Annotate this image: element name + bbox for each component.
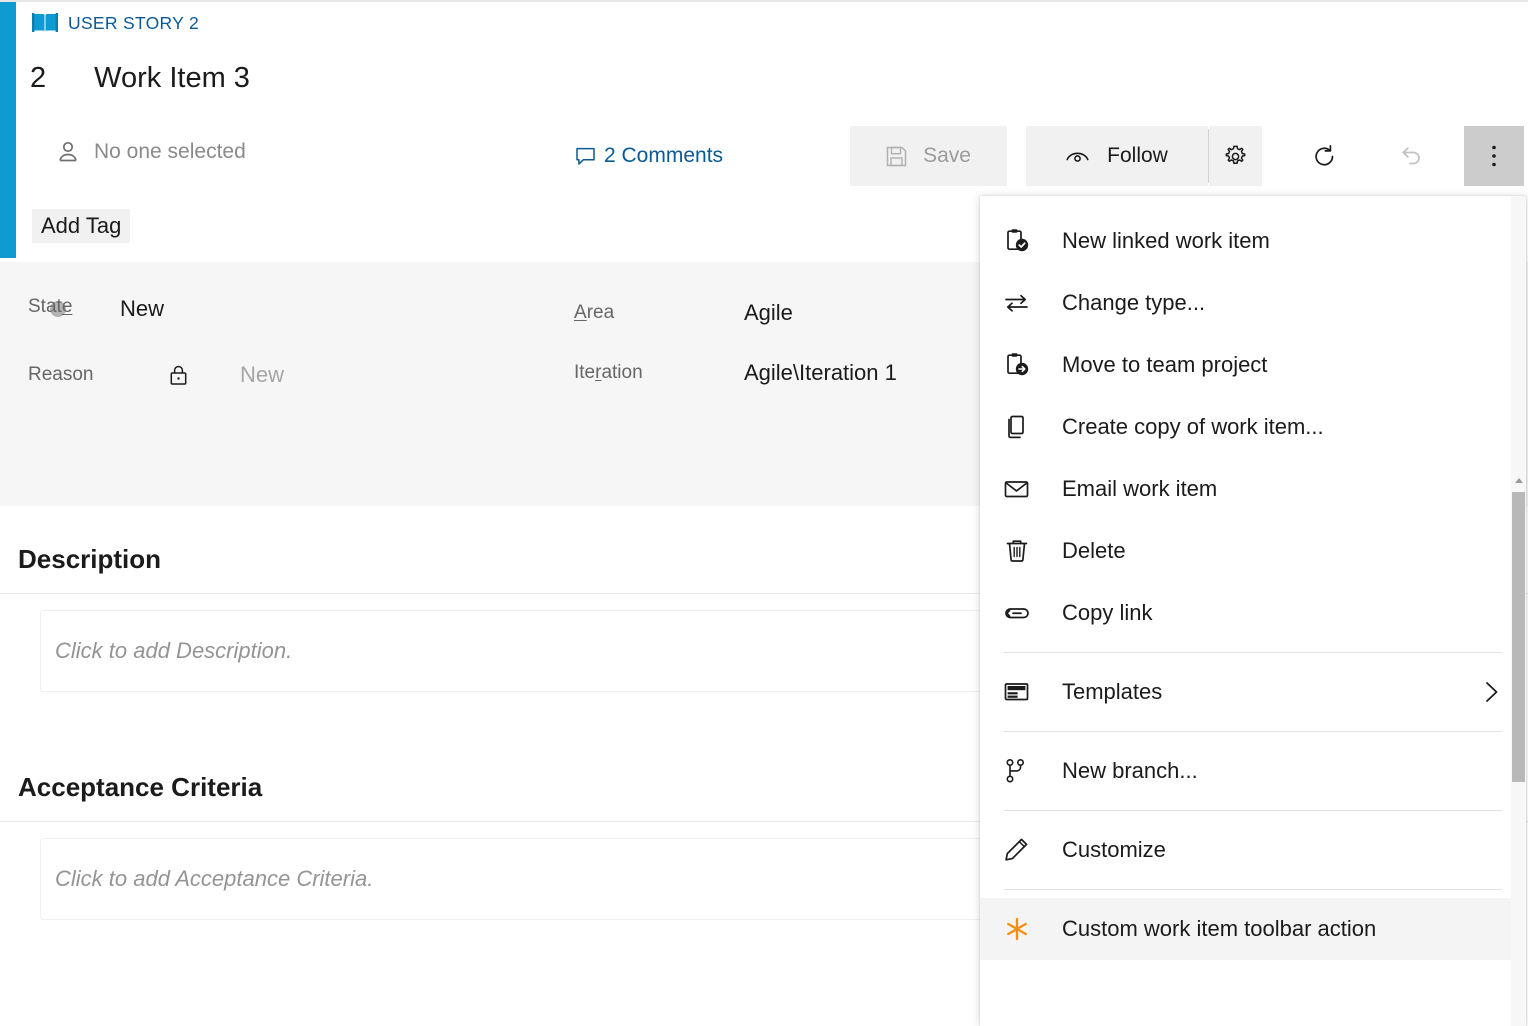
work-item-title-row: 2 Work Item 3 bbox=[30, 62, 250, 95]
menu-item-label: New linked work item bbox=[1062, 228, 1270, 254]
field-iteration-label-post: ation bbox=[601, 362, 642, 383]
work-item-form: USER STORY 2 2 Work Item 3 No one select… bbox=[0, 0, 1528, 1026]
swap-arrows-icon bbox=[1004, 290, 1048, 316]
pencil-icon bbox=[1004, 837, 1048, 863]
field-iteration-value[interactable]: Agile\Iteration 1 bbox=[744, 360, 897, 386]
link-icon bbox=[1004, 600, 1048, 626]
work-item-id: 2 bbox=[30, 62, 46, 95]
menu-separator bbox=[1004, 810, 1502, 811]
clipboard-check-icon bbox=[1004, 228, 1048, 254]
menu-item-copy-link[interactable]: Copy link bbox=[980, 582, 1526, 644]
scroll-up-arrow-icon bbox=[1515, 478, 1523, 483]
work-item-type-label: USER STORY 2 bbox=[68, 13, 199, 34]
field-state-accesskey: e bbox=[62, 296, 73, 317]
follow-settings-button[interactable] bbox=[1209, 126, 1262, 186]
field-state-label: State bbox=[28, 296, 148, 318]
menu-scrollbar-thumb[interactable] bbox=[1512, 492, 1525, 782]
menu-item-new-branch[interactable]: New branch... bbox=[980, 740, 1526, 802]
person-icon bbox=[56, 140, 80, 164]
save-button-label: Save bbox=[923, 144, 971, 168]
menu-item-label: Customize bbox=[1062, 837, 1166, 863]
undo-button[interactable] bbox=[1381, 126, 1439, 186]
save-button[interactable]: Save bbox=[850, 126, 1007, 186]
menu-item-delete[interactable]: Delete bbox=[980, 520, 1526, 582]
trash-icon bbox=[1004, 538, 1048, 564]
menu-item-label: Custom work item toolbar action bbox=[1062, 916, 1376, 942]
acceptance-criteria-placeholder: Click to add Acceptance Criteria. bbox=[55, 866, 373, 892]
menu-item-label: New branch... bbox=[1062, 758, 1198, 784]
menu-separator bbox=[1004, 889, 1502, 890]
refresh-button[interactable] bbox=[1295, 126, 1353, 186]
field-area-value[interactable]: Agile bbox=[744, 300, 793, 326]
field-state-label-text: Stat bbox=[28, 296, 62, 317]
clipboard-arrow-icon bbox=[1004, 352, 1048, 378]
lock-icon bbox=[170, 365, 187, 385]
work-item-type-row: USER STORY 2 bbox=[32, 12, 199, 34]
comments-count-label: 2 Comments bbox=[604, 144, 723, 168]
menu-item-custom-work-item-toolbar-action[interactable]: Custom work item toolbar action bbox=[980, 898, 1526, 960]
description-placeholder: Click to add Description. bbox=[55, 638, 292, 664]
assigned-to-value: No one selected bbox=[94, 140, 246, 164]
menu-item-label: Templates bbox=[1062, 679, 1162, 705]
comment-bubble-icon bbox=[576, 147, 595, 166]
templates-icon bbox=[1004, 679, 1048, 705]
assigned-to-field[interactable]: No one selected bbox=[56, 140, 246, 164]
work-item-title[interactable]: Work Item 3 bbox=[94, 62, 250, 95]
branch-icon bbox=[1004, 758, 1048, 784]
menu-scrollbar[interactable] bbox=[1511, 196, 1526, 1026]
copy-icon bbox=[1004, 414, 1048, 440]
menu-item-customize[interactable]: Customize bbox=[980, 819, 1526, 881]
save-disk-icon bbox=[886, 146, 907, 167]
follow-button-label: Follow bbox=[1107, 144, 1168, 168]
more-actions-menu: New linked work item Change type... bbox=[980, 196, 1526, 1026]
comments-link[interactable]: 2 Comments bbox=[576, 144, 723, 168]
work-item-type-color-bar bbox=[0, 2, 16, 258]
field-state: State New bbox=[28, 296, 548, 322]
field-area-label-text: rea bbox=[587, 302, 614, 323]
menu-item-move-to-team-project[interactable]: Move to team project bbox=[980, 334, 1526, 396]
more-vertical-icon bbox=[1491, 144, 1497, 168]
field-reason-label: Reason bbox=[28, 364, 148, 386]
top-divider bbox=[0, 0, 1528, 2]
menu-item-create-copy-of-work-item[interactable]: Create copy of work item... bbox=[980, 396, 1526, 458]
field-iteration-label: Iteration bbox=[574, 362, 744, 384]
add-tag-button[interactable]: Add Tag bbox=[32, 209, 130, 243]
more-actions-button[interactable] bbox=[1464, 126, 1524, 186]
menu-separator bbox=[1004, 731, 1502, 732]
menu-separator bbox=[1004, 652, 1502, 653]
field-area-label: Area bbox=[574, 302, 744, 324]
chevron-right-icon bbox=[1484, 679, 1500, 705]
menu-item-new-linked-work-item[interactable]: New linked work item bbox=[980, 210, 1526, 272]
book-icon bbox=[32, 12, 58, 34]
undo-icon bbox=[1398, 145, 1423, 168]
menu-item-label: Email work item bbox=[1062, 476, 1217, 502]
field-reason: Reason New bbox=[28, 362, 548, 388]
refresh-icon bbox=[1312, 144, 1337, 169]
menu-item-label: Create copy of work item... bbox=[1062, 414, 1324, 440]
field-reason-value: New bbox=[240, 362, 284, 388]
field-iteration-label-pre: Ite bbox=[574, 362, 595, 383]
menu-item-label: Change type... bbox=[1062, 290, 1205, 316]
menu-item-label: Copy link bbox=[1062, 600, 1152, 626]
menu-item-email-work-item[interactable]: Email work item bbox=[980, 458, 1526, 520]
menu-item-templates[interactable]: Templates bbox=[980, 661, 1526, 723]
menu-item-label: Delete bbox=[1062, 538, 1126, 564]
follow-button-group: Follow bbox=[1026, 126, 1262, 186]
menu-item-change-type[interactable]: Change type... bbox=[980, 272, 1526, 334]
envelope-icon bbox=[1004, 476, 1048, 502]
gear-icon bbox=[1224, 145, 1247, 168]
menu-item-label: Move to team project bbox=[1062, 352, 1267, 378]
eye-icon bbox=[1066, 148, 1089, 165]
follow-button[interactable]: Follow bbox=[1026, 126, 1208, 186]
asterisk-icon bbox=[1004, 916, 1048, 942]
field-area-accesskey: A bbox=[574, 302, 587, 323]
